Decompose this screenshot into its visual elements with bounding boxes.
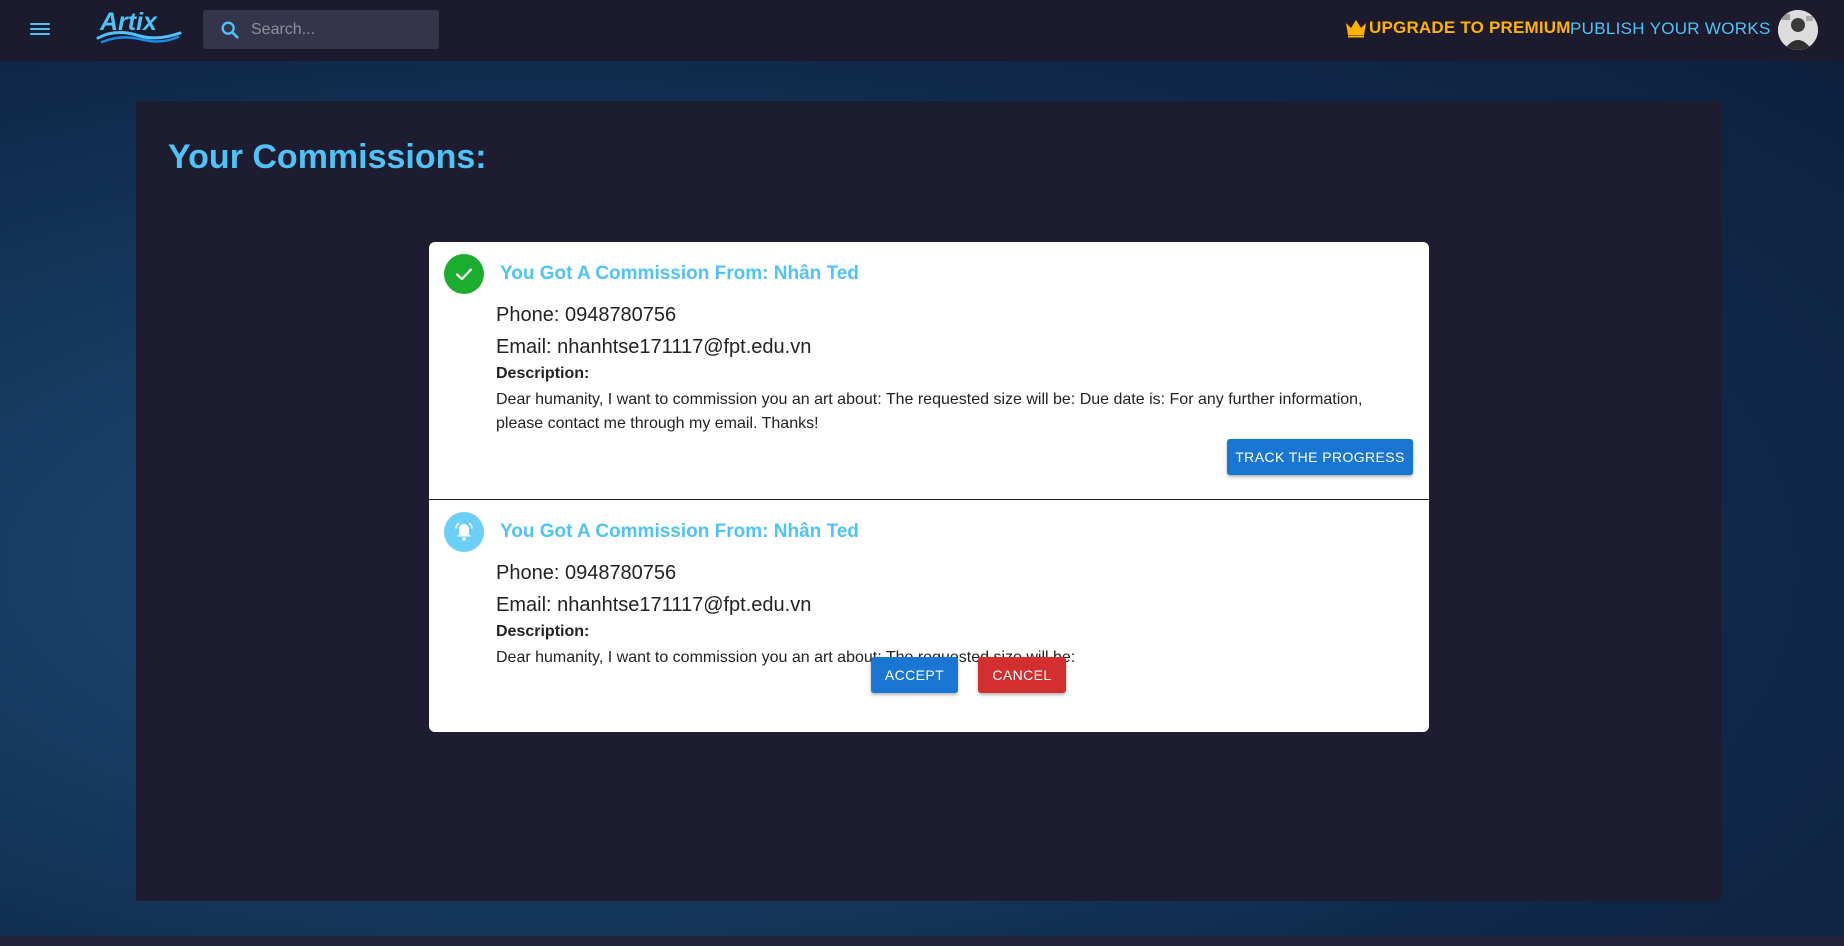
commission-email: Email: nhanhtse171117@fpt.edu.vn: [496, 594, 812, 616]
bell-circle-icon: [444, 512, 484, 552]
top-app-bar: Artix UPGRADE TO PREMIUM PUBLISH YOUR WO…: [0, 0, 1844, 61]
search-input[interactable]: [249, 19, 433, 40]
page-title: Your Commissions:: [168, 138, 487, 176]
commission-heading: You Got A Commission From: Nhân Ted: [500, 521, 859, 542]
publish-works-link[interactable]: PUBLISH YOUR WORKS: [1570, 19, 1771, 39]
check-circle-icon: [444, 254, 484, 294]
crown-icon: [1346, 20, 1366, 38]
commission-heading: You Got A Commission From: Nhân Ted: [500, 263, 859, 284]
upgrade-premium-label: UPGRADE TO PREMIUM: [1369, 18, 1571, 37]
artix-logo[interactable]: Artix: [96, 6, 182, 46]
hamburger-menu-icon[interactable]: [30, 20, 50, 40]
search-box[interactable]: [203, 10, 439, 49]
search-icon: [221, 21, 239, 39]
description-label: Description:: [496, 365, 590, 382]
commission-email: Email: nhanhtse171117@fpt.edu.vn: [496, 336, 812, 358]
upgrade-premium-link[interactable]: UPGRADE TO PREMIUM: [1344, 18, 1571, 38]
description-text: Dear humanity, I want to commission you …: [496, 391, 1363, 432]
page-bottom-strip: [0, 936, 1844, 946]
commission-item: You Got A Commission From: Nhân Ted Phon…: [429, 242, 1429, 500]
commission-phone: Phone: 0948780756: [496, 562, 677, 584]
cancel-button[interactable]: CANCEL: [978, 657, 1066, 693]
avatar-image: [1778, 10, 1818, 50]
commission-phone: Phone: 0948780756: [496, 304, 677, 326]
commission-item: You Got A Commission From: Nhân Ted Phon…: [429, 500, 1429, 732]
description-label: Description:: [496, 623, 590, 640]
user-avatar[interactable]: [1778, 10, 1818, 50]
accept-button[interactable]: ACCEPT: [871, 657, 958, 693]
commission-list: You Got A Commission From: Nhân Ted Phon…: [429, 242, 1429, 732]
track-progress-button[interactable]: TRACK THE PROGRESS: [1227, 439, 1413, 475]
